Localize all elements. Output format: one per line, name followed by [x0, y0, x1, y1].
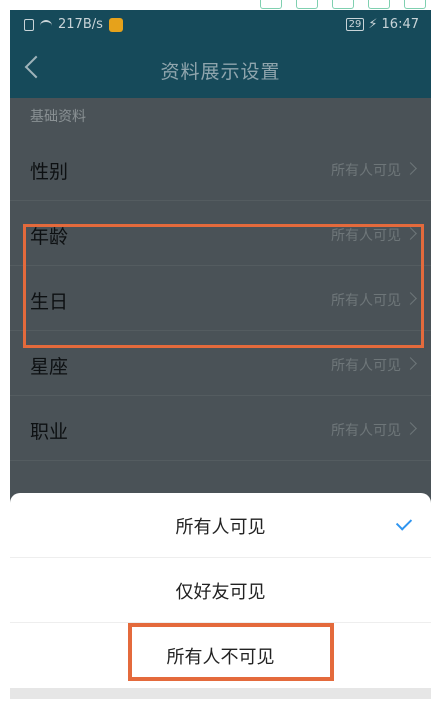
strip-icon: [404, 0, 426, 9]
row-value: 所有人可见: [331, 163, 401, 179]
option-label: 所有人可见: [175, 517, 266, 538]
chevron-right-icon: [404, 162, 417, 175]
strip-icon: [260, 0, 282, 9]
network-speed: 217B/s: [58, 17, 103, 32]
visibility-bottom-sheet: 所有人可见 仅好友可见 所有人不可见: [10, 493, 431, 699]
top-icon-strip: [0, 0, 445, 10]
setting-row-occupation[interactable]: 职业 所有人可见: [10, 396, 431, 461]
strip-icon: [332, 0, 354, 9]
page-title: 资料展示设置: [160, 61, 281, 83]
nav-bar: 资料展示设置: [10, 40, 431, 98]
row-label: 星座: [30, 356, 69, 378]
strip-icon: [296, 0, 318, 9]
row-value: 所有人可见: [331, 423, 401, 439]
section-header: 基础资料: [30, 109, 86, 125]
chevron-right-icon: [404, 422, 417, 435]
setting-row-gender[interactable]: 性别 所有人可见: [10, 136, 431, 201]
highlight-box-nobody-visible: [128, 623, 334, 681]
shield-icon: [108, 17, 123, 32]
wifi-icon: [40, 19, 52, 30]
battery-icon: 29: [345, 18, 365, 31]
highlight-box-age-birthday: [23, 224, 424, 348]
strip-icon: [368, 0, 390, 9]
option-label: 仅好友可见: [175, 582, 266, 603]
row-label: 性别: [30, 161, 69, 183]
sheet-bottom-divider: [10, 688, 431, 699]
status-time: 16:47: [381, 17, 419, 32]
app-screen: 217B/s 29 ⚡ 16:47 资料展示设置 基础资料 性别 所有人可见 年…: [10, 10, 431, 699]
status-bar: 217B/s 29 ⚡ 16:47: [10, 10, 431, 40]
chevron-right-icon: [404, 357, 417, 370]
row-label: 职业: [30, 421, 69, 443]
option-everyone-visible[interactable]: 所有人可见: [10, 493, 431, 558]
charging-icon: ⚡: [368, 17, 378, 32]
option-friends-only[interactable]: 仅好友可见: [10, 558, 431, 623]
sim-icon: [24, 18, 34, 31]
row-value: 所有人可见: [331, 358, 401, 374]
